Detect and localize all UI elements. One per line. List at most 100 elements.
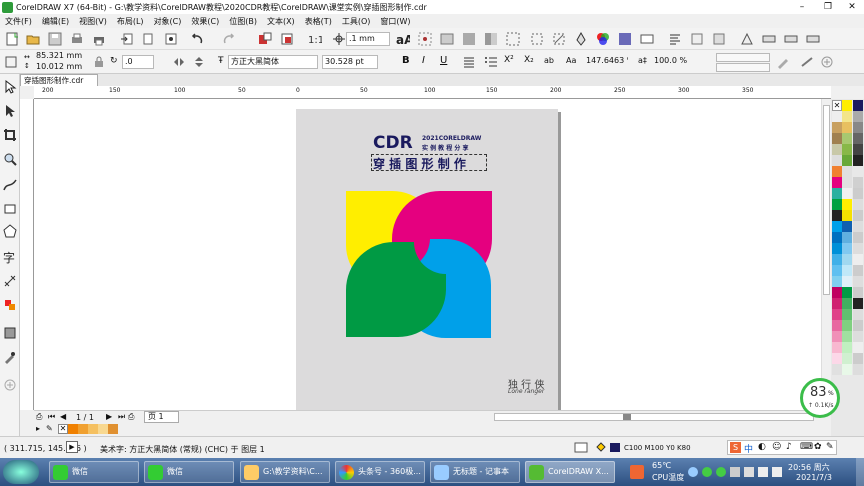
color-swatch[interactable] [853, 111, 863, 122]
color-swatch[interactable] [832, 342, 842, 353]
color-swatch[interactable] [842, 155, 852, 166]
color-swatch[interactable] [853, 364, 863, 375]
color-swatch[interactable] [832, 188, 842, 199]
color-swatch[interactable] [832, 287, 842, 298]
color-swatch[interactable] [842, 298, 852, 309]
color-swatch[interactable] [853, 331, 863, 342]
color-swatch[interactable] [832, 155, 842, 166]
color-swatch[interactable] [842, 133, 852, 144]
color-swatch[interactable] [842, 364, 852, 375]
import-icon[interactable] [120, 32, 134, 46]
pick-tool-icon[interactable] [3, 80, 17, 94]
add-tool-icon[interactable] [3, 378, 17, 392]
color-swatch[interactable] [832, 331, 842, 342]
maximize-button[interactable]: ❐ [816, 0, 840, 14]
shape-tool-icon[interactable] [3, 104, 17, 118]
open-icon[interactable] [26, 32, 40, 46]
color-swatch[interactable] [842, 276, 852, 287]
line-scale-field[interactable]: 100.0 % [652, 55, 696, 69]
ime-voice-icon[interactable]: ♪ [786, 442, 792, 452]
bullet-list-icon[interactable] [484, 55, 498, 69]
color-swatch[interactable] [853, 298, 863, 309]
network-tray-icon[interactable] [758, 467, 768, 477]
show-desktop-button[interactable] [856, 458, 864, 486]
color-swatch[interactable] [832, 243, 842, 254]
color-swatch[interactable] [853, 188, 863, 199]
color-swatch[interactable] [853, 144, 863, 155]
no-color-swatch[interactable]: ✕ [832, 100, 842, 111]
ime-skin-icon[interactable]: ✿ [814, 442, 822, 452]
ime-keyboard-icon[interactable]: ⌨ [800, 442, 813, 452]
sogou-tray-icon[interactable] [630, 465, 644, 479]
document-page[interactable]: CDR 2021CORELDRAW 实 例 教 程 分 享 穿 插 图 形 制 … [296, 109, 558, 410]
menu-bitmaps[interactable]: 位图(B) [224, 16, 262, 27]
color-swatch[interactable] [842, 342, 852, 353]
color-swatch[interactable] [108, 424, 118, 434]
taskbar-item-coreldraw[interactable]: CorelDRAW X... [525, 461, 615, 483]
dimension-tool-icon[interactable] [3, 274, 17, 288]
color-swatch[interactable] [832, 144, 842, 155]
menu-file[interactable]: 文件(F) [0, 16, 37, 27]
underline-button[interactable]: U [440, 55, 447, 66]
tray-icon[interactable] [688, 467, 698, 477]
color-swatch[interactable] [842, 254, 852, 265]
color-swatch[interactable] [842, 232, 852, 243]
ime-chinese-icon[interactable]: 中 [744, 442, 753, 455]
new-document-icon[interactable] [5, 32, 19, 46]
scroll-thumb[interactable] [623, 414, 631, 420]
ime-emoji-icon[interactable]: ☺ [772, 442, 781, 452]
color-swatch[interactable] [853, 265, 863, 276]
first-page-button[interactable]: ⏮ [48, 412, 55, 422]
edit-text-icon[interactable] [776, 55, 790, 69]
previous-page-button[interactable]: ◀ [60, 412, 66, 421]
zoom-level-icon[interactable]: 1:1 [308, 32, 322, 46]
undo-icon[interactable] [190, 32, 204, 46]
publish-pdf-icon[interactable] [164, 32, 178, 46]
color-swatch[interactable] [832, 265, 842, 276]
color-swatch[interactable] [832, 309, 842, 320]
start-button[interactable] [3, 460, 39, 484]
taskbar-item-browser[interactable]: 头条号 - 360极... [335, 461, 425, 483]
color-swatch[interactable] [853, 133, 863, 144]
color-swatch[interactable] [832, 254, 842, 265]
color-swatch[interactable] [853, 353, 863, 364]
color-swatch[interactable] [853, 210, 863, 221]
color-swatch[interactable] [842, 309, 852, 320]
color-swatch[interactable] [832, 353, 842, 364]
vertical-scrollbar[interactable] [821, 99, 831, 410]
last-page-button[interactable]: ⏭ [118, 412, 125, 422]
rulers-icon[interactable] [440, 32, 454, 46]
align-text-icon[interactable] [712, 32, 726, 46]
object-height-field[interactable]: 10.012 mm [34, 62, 88, 73]
color-swatch[interactable] [853, 166, 863, 177]
color-swatch[interactable] [832, 133, 842, 144]
superscript-button[interactable]: X² [504, 55, 514, 65]
status-expand-button[interactable]: ▶ [66, 441, 78, 453]
document-tab[interactable]: 穿插图形制作.cdr [20, 74, 98, 86]
palette-arrow-icon[interactable]: ▸ [36, 424, 40, 433]
color-swatch[interactable] [853, 177, 863, 188]
transparency-tool-icon[interactable] [3, 326, 17, 340]
color-styles-icon[interactable] [618, 32, 632, 46]
color-swatch[interactable] [832, 221, 842, 232]
rotation-angle-field[interactable]: .0 [122, 55, 154, 69]
page-options-icon[interactable]: ⎙ [36, 412, 42, 422]
grid-icon[interactable] [462, 32, 476, 46]
color-swatch[interactable] [853, 276, 863, 287]
unknown-field-top[interactable] [716, 53, 770, 62]
paragraph-align-icon[interactable] [462, 55, 476, 69]
color-swatch[interactable] [98, 424, 108, 434]
print-icon[interactable] [70, 32, 84, 46]
color-swatch[interactable] [832, 232, 842, 243]
color-swatch[interactable] [842, 199, 852, 210]
color-swatch[interactable] [832, 111, 842, 122]
menu-text[interactable]: 文本(X) [262, 16, 300, 27]
color-swatch[interactable] [853, 199, 863, 210]
color-swatch[interactable] [68, 424, 78, 434]
clock-date[interactable]: 2021/7/3 [796, 473, 832, 482]
redo-icon[interactable] [222, 32, 236, 46]
guidelines-icon[interactable] [484, 32, 498, 46]
unknown-field-bottom[interactable] [716, 63, 770, 72]
menu-object[interactable]: 对象(C) [149, 16, 187, 27]
color-swatch[interactable] [853, 309, 863, 320]
